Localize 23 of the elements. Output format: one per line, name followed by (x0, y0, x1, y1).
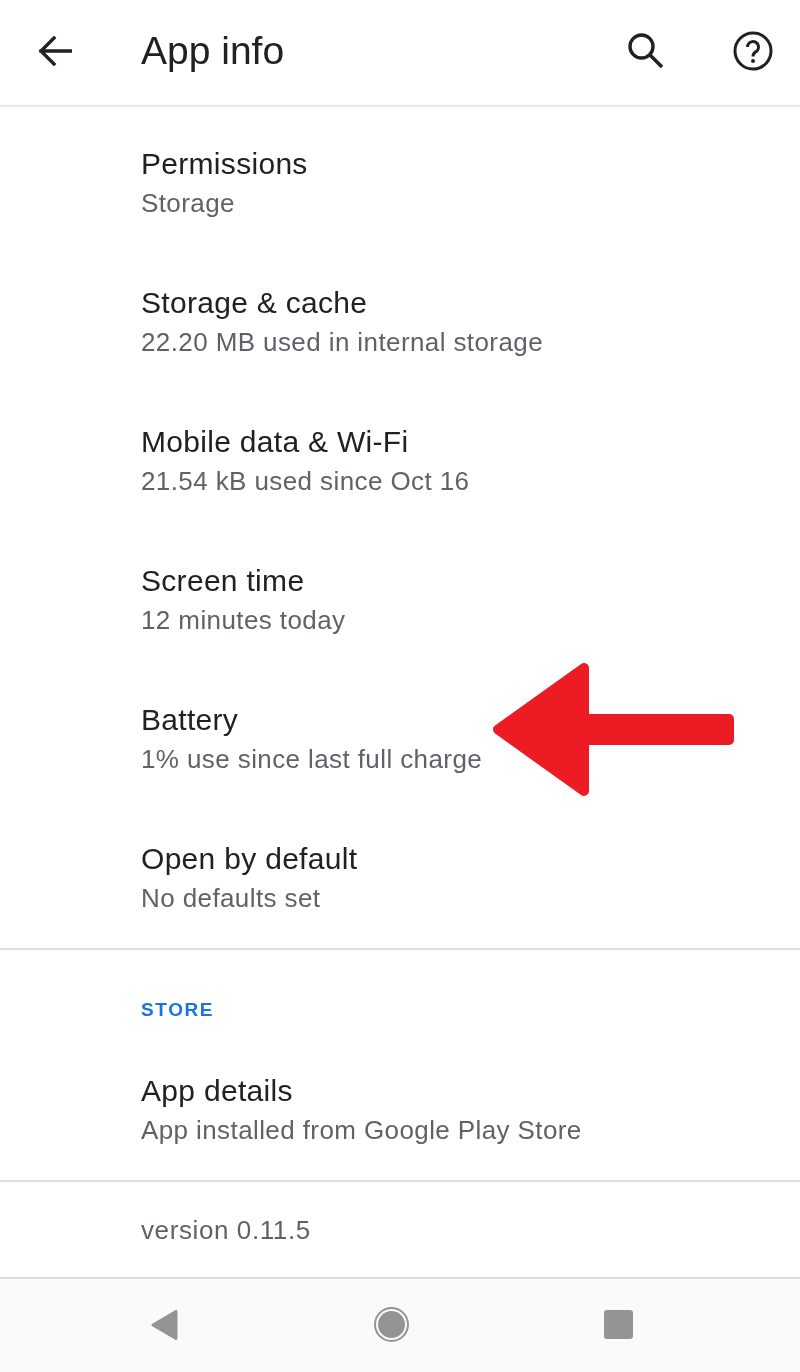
setting-summary: App installed from Google Play Store (141, 1114, 582, 1147)
setting-summary: 1% use since last full charge (141, 743, 483, 776)
setting-title[interactable]: Screen time (141, 562, 305, 600)
back-icon (150, 1308, 178, 1341)
recents-icon (603, 1310, 633, 1339)
help-icon (733, 30, 773, 71)
version-label: version 0.11.5 (141, 1214, 311, 1247)
back-arrow-icon (38, 35, 72, 66)
setting-title[interactable]: Permissions (141, 145, 308, 183)
setting-title[interactable]: App details (141, 1072, 293, 1110)
setting-title[interactable]: Storage & cache (141, 284, 368, 322)
setting-title[interactable]: Open by default (141, 840, 358, 878)
screen-title: App info (141, 27, 285, 74)
search-icon (628, 32, 664, 69)
setting-title[interactable]: Battery (141, 701, 239, 739)
setting-summary: No defaults set (141, 882, 321, 915)
setting-summary: 22.20 MB used in internal storage (141, 326, 543, 359)
section-header: STORE (141, 998, 215, 1022)
setting-summary: 21.54 kB used since Oct 16 (141, 465, 470, 498)
home-icon (373, 1307, 409, 1342)
setting-summary: 12 minutes today (141, 604, 346, 637)
setting-summary: Storage (141, 187, 235, 220)
setting-title[interactable]: Mobile data & Wi-Fi (141, 423, 409, 461)
